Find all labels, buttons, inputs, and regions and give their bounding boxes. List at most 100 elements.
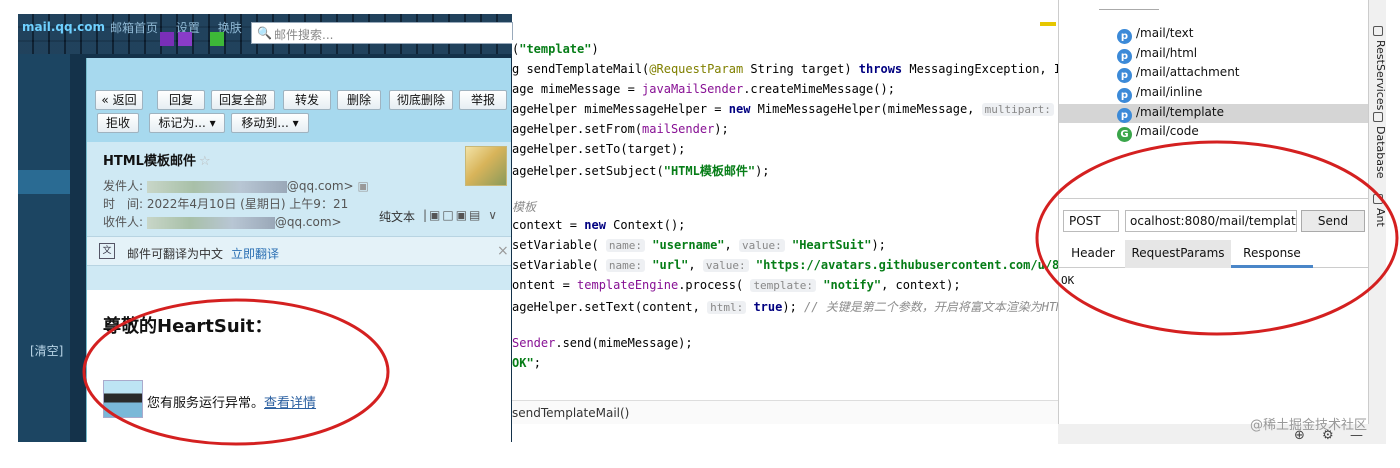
- editor-warning-marker[interactable]: [1040, 22, 1056, 26]
- endpoint-path: /mail/attachment: [1136, 65, 1240, 79]
- post-method-icon: p: [1117, 49, 1132, 64]
- move-to-dropdown[interactable]: 移动到... ▾: [231, 113, 309, 133]
- mark-as-dropdown[interactable]: 标记为... ▾: [149, 113, 225, 133]
- code-line: setVariable( name: "url", value: "https:…: [512, 258, 1058, 272]
- tab-request-params[interactable]: RequestParams: [1125, 240, 1231, 268]
- tab-header[interactable]: Header: [1061, 240, 1125, 268]
- mail-notice: 您有服务运行异常。查看详情: [147, 392, 316, 411]
- endpoint-path: /mail/html: [1136, 46, 1198, 60]
- endpoint-path: /mail/text: [1136, 26, 1194, 40]
- code-line: ageHelper.setFrom(mailSender);: [512, 122, 729, 136]
- tool-window-strip: RestServices Database Ant: [1368, 0, 1387, 424]
- time-value: 2022年4月10日 (星期日) 上午9：21: [146, 197, 349, 211]
- target-icon[interactable]: ⊕: [1294, 428, 1305, 443]
- tree-parent-node: [1099, 4, 1159, 10]
- delete-button[interactable]: 删除: [337, 90, 381, 110]
- tab-response[interactable]: Response: [1231, 240, 1313, 268]
- rest-services-icon: [1373, 26, 1383, 36]
- mail-subject-text: HTML模板邮件: [103, 154, 196, 169]
- post-method-icon: p: [1117, 29, 1132, 44]
- endpoint-path: /mail/inline: [1136, 85, 1203, 99]
- skin-swatch-violet[interactable]: [178, 32, 192, 46]
- database-icon: [1373, 112, 1383, 122]
- avatar: [103, 380, 143, 418]
- attachment-thumbnail[interactable]: [465, 146, 507, 186]
- translate-bar: 文 邮件可翻译为中文 立即翻译 ×: [87, 236, 511, 266]
- mail-time-row: 时 间: 2022年4月10日 (星期日) 上午9：21: [103, 195, 348, 212]
- view-details-link[interactable]: 查看详情: [264, 396, 316, 411]
- plain-text-link[interactable]: 纯文本: [379, 208, 415, 225]
- tool-rest-services[interactable]: RestServices: [1369, 40, 1387, 110]
- code-line: ageHelper.setText(content, html: true); …: [512, 300, 1058, 314]
- endpoint-mail-template[interactable]: p/mail/template: [1059, 104, 1369, 123]
- tool-database[interactable]: Database: [1369, 126, 1387, 179]
- http-method-field[interactable]: POST: [1063, 210, 1119, 232]
- code-line: ageHelper.setTo(target);: [512, 142, 686, 156]
- mail-subject: HTML模板邮件 ☆: [103, 150, 211, 169]
- endpoint-mail-html[interactable]: p/mail/html: [1117, 46, 1197, 65]
- endpoint-path: /mail/code: [1136, 124, 1199, 138]
- code-line: g sendTemplateMail(@RequestParam String …: [512, 62, 1058, 76]
- code-line: 模板: [512, 200, 537, 214]
- back-button[interactable]: « 返回: [95, 90, 143, 110]
- tool-ant[interactable]: Ant: [1369, 208, 1387, 227]
- translate-now-link[interactable]: 立即翻译: [231, 245, 279, 262]
- endpoint-mail-inline[interactable]: p/mail/inline: [1117, 85, 1202, 104]
- endpoint-mail-attachment[interactable]: p/mail/attachment: [1117, 65, 1240, 84]
- code-line: setVariable( name: "username", value: "H…: [512, 238, 886, 252]
- post-method-icon: p: [1117, 88, 1132, 103]
- code-line: Sender.send(mimeMessage);: [512, 336, 693, 350]
- skin-swatch-green[interactable]: [210, 32, 224, 46]
- redacted-sender: [146, 180, 287, 193]
- star-icon[interactable]: ☆: [199, 154, 211, 169]
- endpoint-mail-text[interactable]: p/mail/text: [1117, 26, 1193, 45]
- method-breadcrumb[interactable]: sendTemplateMail(): [512, 406, 629, 420]
- code-line: ageHelper mimeMessageHelper = new MimeMe…: [512, 102, 1058, 116]
- code-line: age mimeMessage = javaMailSender.createM…: [512, 82, 895, 96]
- get-method-icon: G: [1117, 127, 1132, 142]
- time-label: 时 间:: [103, 197, 144, 211]
- code-line: ("template"): [512, 42, 599, 56]
- code-editor[interactable]: ("template") g sendTemplateMail(@Request…: [512, 40, 1058, 400]
- endpoint-mail-code[interactable]: G/mail/code: [1117, 124, 1199, 143]
- code-line: OK";: [512, 356, 541, 370]
- from-label: 发件人:: [103, 179, 144, 193]
- mail-to-row: 收件人: @qq.com>: [103, 213, 342, 230]
- qq-mail-sidebar: [清空]: [18, 54, 70, 442]
- mail-header: « 返回 回复 回复全部 转发 删除 彻底删除 举报 拒收 标记为... ▾ 移…: [87, 58, 511, 290]
- nav-mail-home[interactable]: 邮箱首页: [110, 21, 158, 35]
- panel-divider[interactable]: [1059, 198, 1369, 199]
- report-button[interactable]: 举报: [459, 90, 507, 110]
- to-label: 收件人:: [103, 215, 144, 229]
- request-tabs: Header RequestParams Response: [1059, 240, 1369, 268]
- qq-mail-logo: mail.qq.com: [22, 20, 105, 34]
- reject-button[interactable]: 拒收: [97, 113, 139, 133]
- editor-breadcrumb-bar: sendTemplateMail(): [512, 400, 1058, 424]
- close-icon[interactable]: ×: [497, 243, 509, 259]
- endpoint-path: /mail/template: [1136, 105, 1224, 119]
- view-options-icons[interactable]: |▣□▣▤ ∨: [423, 208, 499, 222]
- code-line: ontent = templateEngine.process( templat…: [512, 278, 961, 292]
- mail-read-window: « 返回 回复 回复全部 转发 删除 彻底删除 举报 拒收 标记为... ▾ 移…: [86, 58, 511, 442]
- gear-icon[interactable]: ⚙: [1322, 428, 1334, 443]
- send-button[interactable]: Send: [1301, 210, 1365, 232]
- code-line: context = new Context();: [512, 218, 686, 232]
- post-method-icon: p: [1117, 68, 1132, 83]
- clear-trash-link[interactable]: [清空]: [30, 342, 63, 359]
- mail-toolbar: « 返回 回复 回复全部 转发 删除 彻底删除 举报 拒收 标记为... ▾ 移…: [87, 58, 511, 142]
- sidebar-highlight[interactable]: [18, 170, 70, 194]
- code-line: ageHelper.setSubject("HTML模板邮件");: [512, 164, 770, 178]
- reply-all-button[interactable]: 回复全部: [211, 90, 275, 110]
- translate-text: 邮件可翻译为中文: [127, 247, 224, 261]
- minimize-icon[interactable]: —: [1350, 428, 1363, 443]
- response-body: OK: [1061, 274, 1075, 287]
- translate-icon: 文: [99, 243, 115, 259]
- request-url-input[interactable]: ocalhost:8080/mail/template: [1125, 210, 1297, 232]
- forward-button[interactable]: 转发: [283, 90, 331, 110]
- skin-swatch-purple[interactable]: [160, 32, 174, 46]
- mail-search-input[interactable]: 🔍 邮件搜索...: [251, 22, 513, 44]
- reply-button[interactable]: 回复: [157, 90, 205, 110]
- contact-card-icon[interactable]: ▣: [357, 179, 368, 193]
- delete-forever-button[interactable]: 彻底删除: [389, 90, 453, 110]
- search-placeholder: 邮件搜索...: [274, 28, 334, 42]
